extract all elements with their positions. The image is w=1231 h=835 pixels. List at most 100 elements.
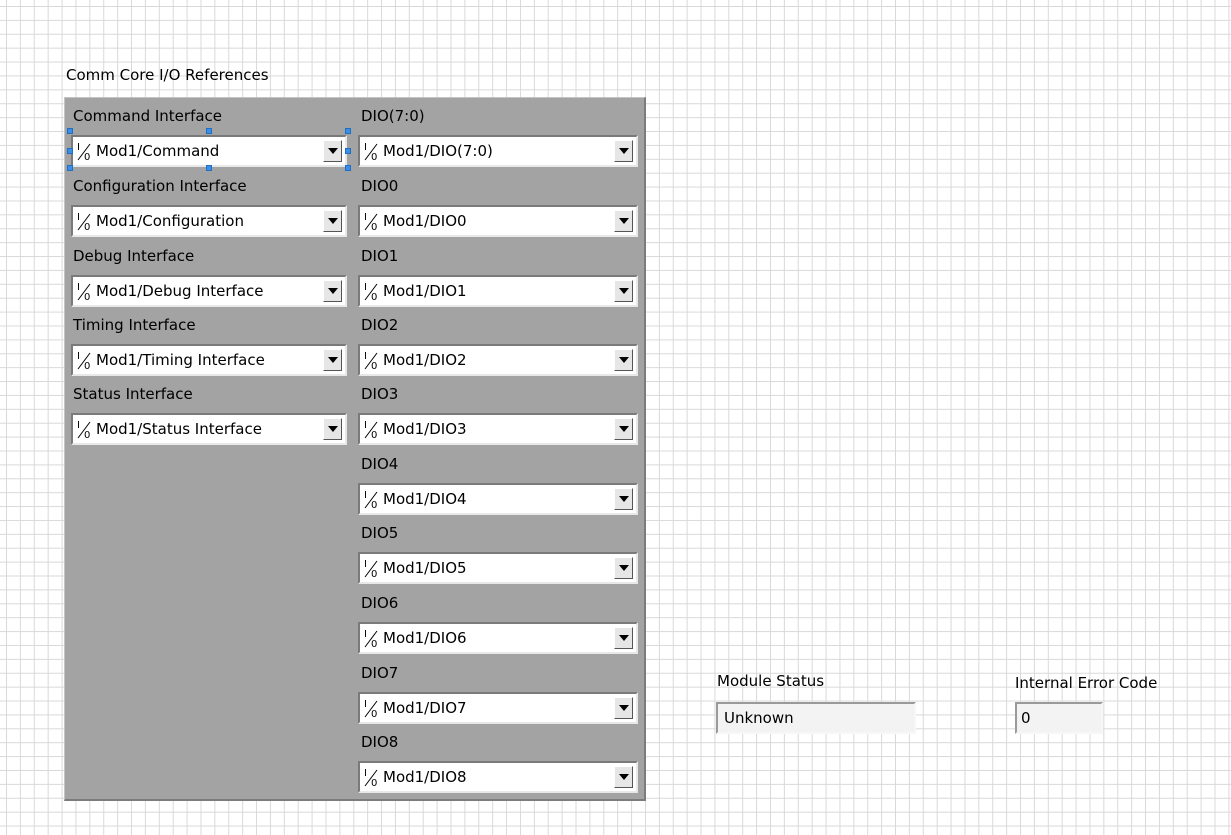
selection-handle[interactable] <box>67 148 73 154</box>
dropdown-arrow-icon[interactable] <box>323 349 342 371</box>
status-interface-label: Status Interface <box>73 385 193 403</box>
dropdown-arrow-icon[interactable] <box>614 210 633 232</box>
io-reference-icon: I0 <box>364 420 378 440</box>
internal-error-code-indicator: 0 <box>1015 702 1103 734</box>
selection-handle[interactable] <box>345 128 351 134</box>
svg-text:0: 0 <box>371 778 377 788</box>
svg-text:0: 0 <box>371 292 377 302</box>
io-reference-icon: I0 <box>364 351 378 371</box>
dropdown-arrow-icon[interactable] <box>614 418 633 440</box>
svg-text:I: I <box>364 282 367 293</box>
svg-text:I: I <box>77 282 80 293</box>
dropdown-arrow-icon[interactable] <box>614 697 633 719</box>
selection-handle[interactable] <box>67 128 73 134</box>
dio5-label: DIO5 <box>361 524 399 542</box>
svg-text:I: I <box>77 142 80 153</box>
svg-text:I: I <box>364 559 367 570</box>
dropdown-arrow-icon[interactable] <box>323 418 342 440</box>
svg-text:I: I <box>364 351 367 362</box>
module-status-label: Module Status <box>717 672 825 690</box>
dio4-io-control[interactable]: I0 Mod1/DIO4 <box>358 483 638 515</box>
selection-handle[interactable] <box>206 128 212 134</box>
dio-7-0-io-control[interactable]: I0 Mod1/DIO(7:0) <box>358 135 638 167</box>
io-reference-icon: I0 <box>364 699 378 719</box>
selection-handle[interactable] <box>345 165 351 171</box>
dropdown-arrow-icon[interactable] <box>614 140 633 162</box>
debug-interface-label: Debug Interface <box>73 247 195 265</box>
dio3-io-control[interactable]: I0 Mod1/DIO3 <box>358 413 638 445</box>
dropdown-arrow-icon[interactable] <box>614 280 633 302</box>
io-value: Mod1/DIO5 <box>383 559 467 577</box>
timing-interface-io-control[interactable]: I0 Mod1/Timing Interface <box>71 344 347 376</box>
internal-error-code-label: Internal Error Code <box>1015 674 1158 692</box>
dio7-label: DIO7 <box>361 664 399 682</box>
module-status-value: Unknown <box>724 709 794 727</box>
svg-text:0: 0 <box>84 222 90 232</box>
selection-handle[interactable] <box>206 165 212 171</box>
io-reference-icon: I0 <box>77 142 91 162</box>
debug-interface-io-control[interactable]: I0 Mod1/Debug Interface <box>71 275 347 307</box>
io-value: Mod1/DIO1 <box>383 282 467 300</box>
svg-text:0: 0 <box>84 152 90 162</box>
io-value: Mod1/DIO2 <box>383 351 467 369</box>
svg-text:0: 0 <box>371 152 377 162</box>
io-reference-icon: I0 <box>77 212 91 232</box>
svg-text:0: 0 <box>371 361 377 371</box>
io-value: Mod1/Configuration <box>96 212 244 230</box>
io-value: Mod1/DIO(7:0) <box>383 142 493 160</box>
svg-text:I: I <box>364 768 367 779</box>
status-interface-io-control[interactable]: I0 Mod1/Status Interface <box>71 413 347 445</box>
command-interface-io-control[interactable]: I0 Mod1/Command <box>71 135 347 167</box>
dropdown-arrow-icon[interactable] <box>614 349 633 371</box>
svg-text:0: 0 <box>371 639 377 649</box>
dropdown-arrow-icon[interactable] <box>323 140 342 162</box>
io-reference-icon: I0 <box>364 142 378 162</box>
dio6-io-control[interactable]: I0 Mod1/DIO6 <box>358 622 638 654</box>
io-reference-icon: I0 <box>77 351 91 371</box>
io-reference-icon: I0 <box>364 282 378 302</box>
dio7-io-control[interactable]: I0 Mod1/DIO7 <box>358 692 638 724</box>
dio8-label: DIO8 <box>361 733 399 751</box>
dio3-label: DIO3 <box>361 385 399 403</box>
configuration-interface-io-control[interactable]: I0 Mod1/Configuration <box>71 205 347 237</box>
dropdown-arrow-icon[interactable] <box>323 280 342 302</box>
dio2-label: DIO2 <box>361 316 399 334</box>
svg-text:0: 0 <box>84 361 90 371</box>
dio-7-0-label: DIO(7:0) <box>361 107 425 125</box>
dropdown-arrow-icon[interactable] <box>614 627 633 649</box>
dio1-label: DIO1 <box>361 247 399 265</box>
svg-text:0: 0 <box>371 430 377 440</box>
dropdown-arrow-icon[interactable] <box>614 557 633 579</box>
svg-text:0: 0 <box>371 709 377 719</box>
io-reference-icon: I0 <box>364 768 378 788</box>
dio5-io-control[interactable]: I0 Mod1/DIO5 <box>358 552 638 584</box>
io-value: Mod1/Status Interface <box>96 420 262 438</box>
selection-handle[interactable] <box>67 165 73 171</box>
io-value: Mod1/DIO3 <box>383 420 467 438</box>
io-value: Mod1/DIO0 <box>383 212 467 230</box>
dropdown-arrow-icon[interactable] <box>614 488 633 510</box>
svg-text:I: I <box>364 420 367 431</box>
io-value: Mod1/Command <box>96 142 220 160</box>
dropdown-arrow-icon[interactable] <box>614 766 633 788</box>
selection-handle[interactable] <box>345 148 351 154</box>
svg-text:I: I <box>364 629 367 640</box>
svg-text:0: 0 <box>84 430 90 440</box>
io-value: Mod1/Debug Interface <box>96 282 264 300</box>
svg-text:0: 0 <box>371 500 377 510</box>
timing-interface-label: Timing Interface <box>73 316 196 334</box>
dio0-io-control[interactable]: I0 Mod1/DIO0 <box>358 205 638 237</box>
svg-text:I: I <box>364 212 367 223</box>
io-value: Mod1/DIO6 <box>383 629 467 647</box>
svg-text:0: 0 <box>371 222 377 232</box>
dio8-io-control[interactable]: I0 Mod1/DIO8 <box>358 761 638 793</box>
io-reference-icon: I0 <box>364 559 378 579</box>
dropdown-arrow-icon[interactable] <box>323 210 342 232</box>
svg-text:I: I <box>364 699 367 710</box>
svg-text:I: I <box>77 420 80 431</box>
io-value: Mod1/DIO4 <box>383 490 467 508</box>
dio0-label: DIO0 <box>361 177 399 195</box>
dio1-io-control[interactable]: I0 Mod1/DIO1 <box>358 275 638 307</box>
dio2-io-control[interactable]: I0 Mod1/DIO2 <box>358 344 638 376</box>
svg-text:0: 0 <box>84 292 90 302</box>
